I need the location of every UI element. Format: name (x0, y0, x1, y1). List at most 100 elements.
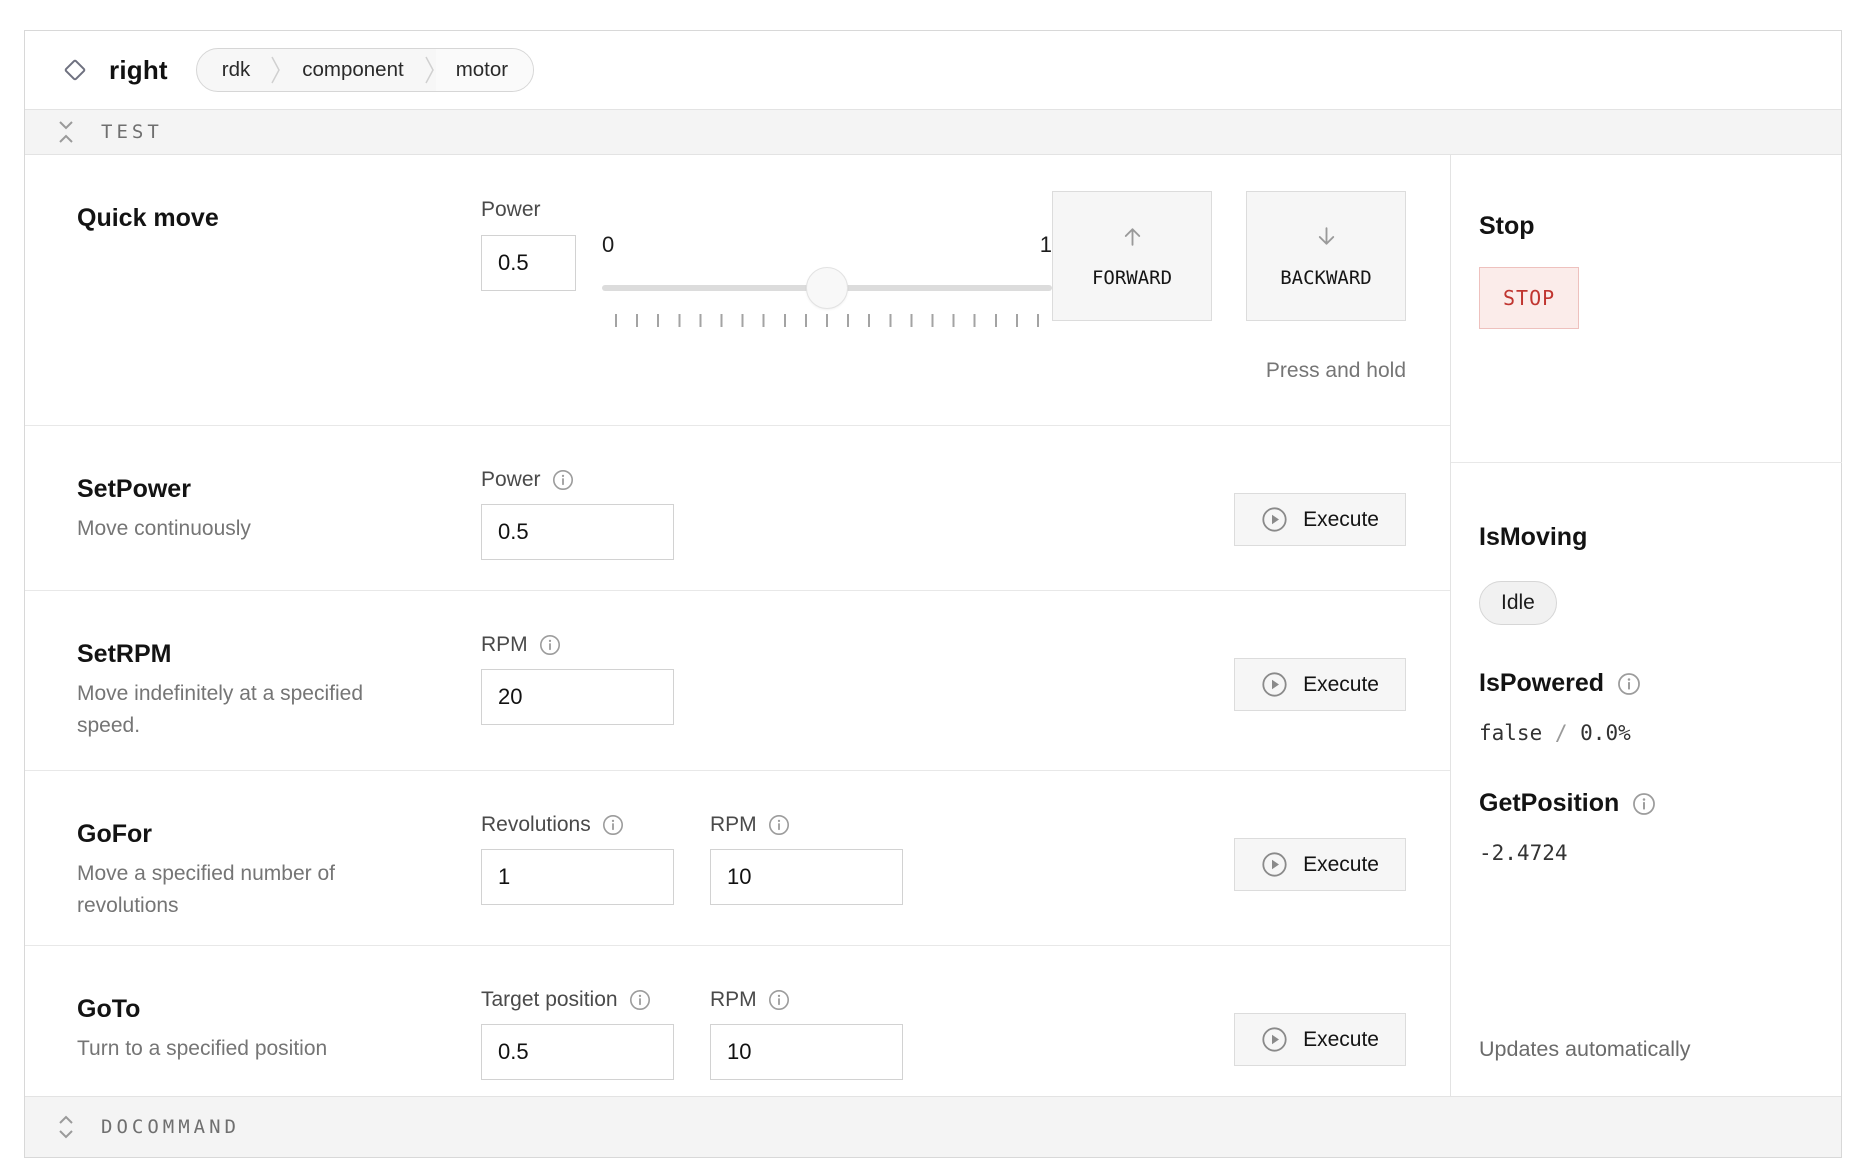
goto-rpm-field: RPM (710, 986, 903, 1098)
collapse-icon[interactable] (57, 119, 75, 145)
play-circle-icon (1261, 506, 1288, 533)
setpower-execute-button[interactable]: Execute (1234, 493, 1406, 546)
setrpm-execute-button[interactable]: Execute (1234, 658, 1406, 711)
info-icon[interactable] (629, 989, 651, 1011)
quick-move-heading: Quick move (77, 204, 481, 233)
info-icon[interactable] (1632, 792, 1656, 816)
info-icon[interactable] (1617, 672, 1641, 696)
setrpm-rpm-field: RPM (481, 631, 674, 770)
breadcrumb-chevron-icon (270, 49, 282, 91)
breadcrumb-item-motor[interactable]: motor (436, 49, 533, 91)
breadcrumb-item-rdk[interactable]: rdk (197, 49, 270, 91)
ispowered-heading: IsPowered (1479, 669, 1604, 698)
ismoving-status-badge: Idle (1479, 581, 1557, 625)
press-and-hold-hint: Press and hold (1266, 359, 1406, 383)
quick-move-power-input[interactable] (481, 235, 576, 291)
setpower-description: Move continuously (77, 513, 397, 545)
slider-thumb[interactable] (806, 267, 848, 309)
component-name: right (109, 55, 168, 86)
stop-heading: Stop (1479, 212, 1535, 241)
play-circle-icon (1261, 851, 1288, 878)
setpower-power-field: Power (481, 466, 674, 590)
field-label: Power (481, 468, 541, 492)
docommand-section-header[interactable]: DOCOMMAND (25, 1096, 1841, 1157)
slider-ticks (615, 314, 1039, 327)
goto-row: GoTo Turn to a specified position Target… (25, 946, 1450, 1098)
backward-button-label: BACKWARD (1280, 267, 1372, 289)
play-circle-icon (1261, 671, 1288, 698)
goto-execute-button[interactable]: Execute (1234, 1013, 1406, 1066)
breadcrumb-item-component[interactable]: component (282, 49, 423, 91)
test-section-label: TEST (101, 121, 163, 143)
test-section-header[interactable]: TEST (25, 109, 1841, 155)
field-label: Revolutions (481, 813, 591, 837)
power-slider: 0 1 (602, 232, 1052, 425)
setrpm-heading: SetRPM (77, 640, 481, 669)
gofor-row: GoFor Move a specified number of revolut… (25, 771, 1450, 946)
field-label: RPM (481, 633, 528, 657)
setrpm-row: SetRPM Move indefinitely at a specified … (25, 591, 1450, 771)
slider-track[interactable] (602, 265, 1052, 311)
breadcrumb-chevron-icon (424, 49, 436, 91)
info-icon[interactable] (539, 634, 561, 656)
panel-body: Quick move Power 0 1 (25, 155, 1841, 1096)
slider-max-label: 1 (1040, 232, 1052, 265)
gofor-execute-button[interactable]: Execute (1234, 838, 1406, 891)
ispowered-group: IsPowered false / 0.0% (1479, 669, 1814, 745)
status-section: IsMoving Idle IsPowered (1451, 463, 1842, 1096)
docommand-section-label: DOCOMMAND (101, 1116, 240, 1138)
ismoving-heading: IsMoving (1479, 523, 1587, 552)
slider-min-label: 0 (602, 232, 614, 265)
setrpm-description: Move indefinitely at a specified speed. (77, 678, 397, 741)
info-icon[interactable] (768, 989, 790, 1011)
info-icon[interactable] (768, 814, 790, 836)
stop-button[interactable]: STOP (1479, 267, 1579, 329)
updates-note: Updates automatically (1479, 1037, 1814, 1066)
goto-target-position-field: Target position (481, 986, 674, 1098)
gofor-revolutions-input[interactable] (481, 849, 674, 905)
ispowered-value: false / 0.0% (1479, 721, 1814, 745)
panel-header: right rdk component motor (25, 31, 1841, 109)
backward-button[interactable]: BACKWARD (1246, 191, 1406, 321)
execute-label: Execute (1303, 508, 1379, 532)
getposition-value: -2.4724 (1479, 841, 1814, 865)
field-label: Target position (481, 988, 618, 1012)
gofor-rpm-field: RPM (710, 811, 903, 945)
breadcrumb: rdk component motor (196, 48, 534, 92)
motor-panel: right rdk component motor TEST (24, 30, 1842, 1158)
gofor-description: Move a specified number of revolutions (77, 858, 397, 921)
getposition-group: GetPosition -2.4724 (1479, 789, 1814, 865)
goto-rpm-input[interactable] (710, 1024, 903, 1080)
expand-icon[interactable] (57, 1114, 75, 1140)
setpower-row: SetPower Move continuously Power (25, 426, 1450, 591)
setpower-power-input[interactable] (481, 504, 674, 560)
forward-button-label: FORWARD (1092, 267, 1172, 289)
gofor-heading: GoFor (77, 820, 481, 849)
execute-label: Execute (1303, 853, 1379, 877)
field-label: RPM (710, 988, 757, 1012)
goto-heading: GoTo (77, 995, 481, 1024)
quick-move-actions: FORWARD BACKWARD Press and hold (1052, 155, 1406, 425)
getposition-heading: GetPosition (1479, 789, 1619, 818)
status-sidebar: Stop STOP IsMoving Idle IsPowered (1451, 155, 1842, 1096)
gofor-revolutions-field: Revolutions (481, 811, 674, 945)
component-diamond-icon (59, 54, 91, 86)
execute-label: Execute (1303, 673, 1379, 697)
quick-move-power-field: Power (481, 155, 576, 425)
gofor-rpm-input[interactable] (710, 849, 903, 905)
goto-target-position-input[interactable] (481, 1024, 674, 1080)
info-icon[interactable] (602, 814, 624, 836)
setpower-heading: SetPower (77, 475, 481, 504)
forward-button[interactable]: FORWARD (1052, 191, 1212, 321)
arrow-down-icon (1313, 223, 1340, 250)
quick-move-row: Quick move Power 0 1 (25, 155, 1450, 426)
power-label: Power (481, 198, 541, 222)
setrpm-rpm-input[interactable] (481, 669, 674, 725)
execute-label: Execute (1303, 1028, 1379, 1052)
play-circle-icon (1261, 1026, 1288, 1053)
quick-move-title-block: Quick move (77, 155, 481, 425)
field-label: RPM (710, 813, 757, 837)
arrow-up-icon (1119, 223, 1146, 250)
info-icon[interactable] (552, 469, 574, 491)
goto-description: Turn to a specified position (77, 1033, 397, 1065)
